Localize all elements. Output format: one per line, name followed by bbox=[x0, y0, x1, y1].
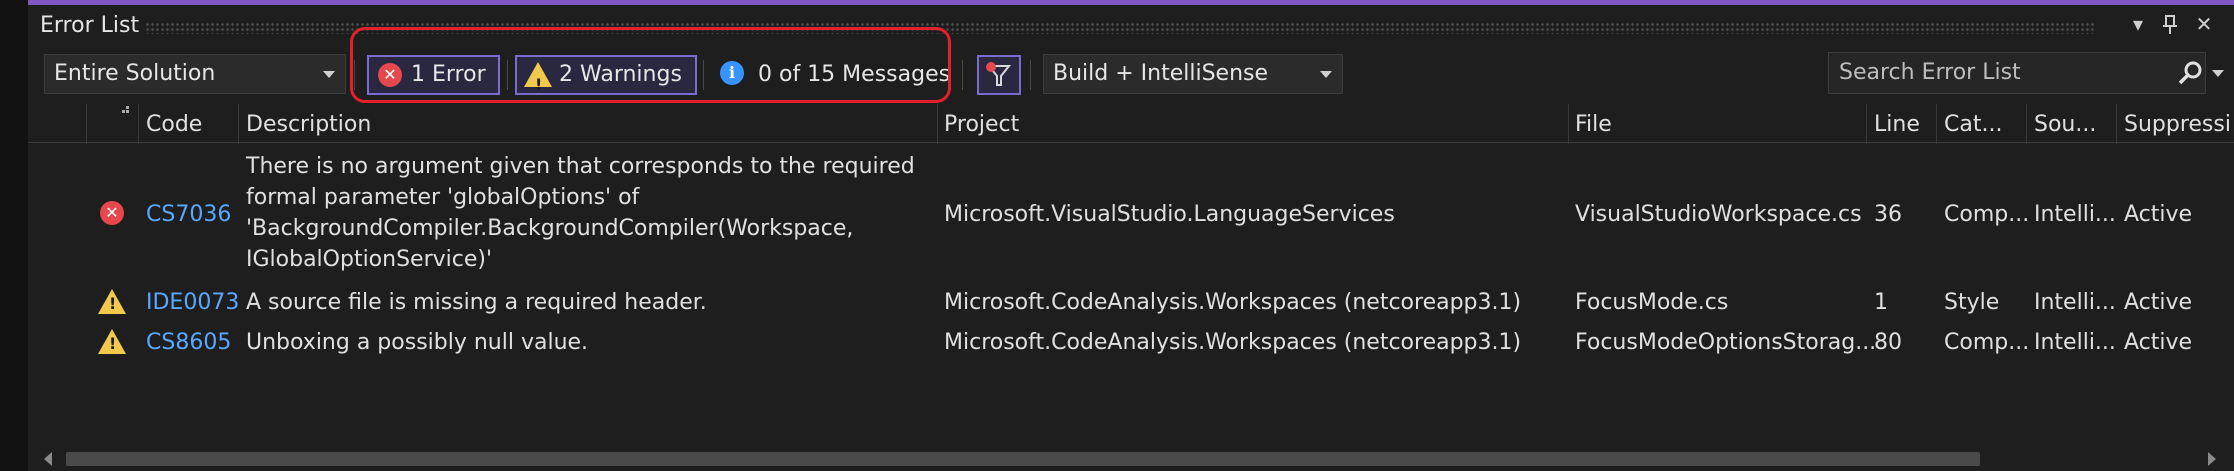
chevron-down-icon[interactable] bbox=[2212, 70, 2224, 77]
close-icon[interactable]: ✕ bbox=[2190, 12, 2218, 36]
chevron-down-icon[interactable]: ▾ bbox=[2124, 12, 2152, 36]
toolbar-separator bbox=[1030, 60, 1031, 90]
description-line: There is no argument given that correspo… bbox=[246, 154, 915, 179]
error-icon: ✕ bbox=[100, 201, 124, 225]
suppression-cell: Active bbox=[2124, 330, 2193, 355]
column-separator[interactable] bbox=[1936, 104, 1937, 144]
warning-code-link[interactable]: IDE0073 bbox=[146, 288, 239, 318]
column-separator[interactable] bbox=[238, 104, 239, 144]
source-cell: Intelli... bbox=[2034, 290, 2116, 315]
suppression-cell: Active bbox=[2124, 202, 2193, 227]
description-cell: Unboxing a possibly null value. bbox=[246, 330, 589, 355]
left-edge-strip bbox=[0, 0, 28, 471]
scroll-left-icon[interactable] bbox=[44, 452, 52, 466]
column-separator[interactable] bbox=[2116, 104, 2117, 144]
category-cell: Comp... bbox=[1944, 330, 2030, 355]
build-filter-dropdown[interactable]: Build + IntelliSense bbox=[1043, 54, 1343, 94]
suppression-cell: Active bbox=[2124, 290, 2193, 315]
description-line: 'BackgroundCompiler.BackgroundCompiler(W… bbox=[246, 216, 854, 241]
column-header-source[interactable]: Sou... bbox=[2034, 108, 2096, 142]
column-separator[interactable] bbox=[138, 104, 139, 144]
filter-highlight-annotation bbox=[350, 27, 951, 103]
search-placeholder: Search Error List bbox=[1839, 60, 2021, 85]
scrollbar-thumb[interactable] bbox=[66, 452, 1980, 466]
column-header-suppression[interactable]: Suppressi bbox=[2124, 108, 2234, 142]
column-separator[interactable] bbox=[86, 104, 87, 144]
column-header-description[interactable]: Description bbox=[246, 108, 371, 142]
column-separator[interactable] bbox=[1866, 104, 1867, 144]
error-code-link[interactable]: CS7036 bbox=[146, 200, 231, 230]
line-cell: 80 bbox=[1874, 330, 1902, 355]
show-filtered-button[interactable] bbox=[977, 55, 1021, 95]
source-cell: Intelli... bbox=[2034, 202, 2116, 227]
file-cell: VisualStudioWorkspace.cs bbox=[1575, 202, 1862, 227]
warning-icon: ! bbox=[98, 329, 126, 354]
header-divider bbox=[28, 142, 2234, 143]
column-header-category[interactable]: Cat... bbox=[1944, 108, 2002, 142]
warning-code-link[interactable]: CS8605 bbox=[146, 328, 231, 358]
warning-icon: ! bbox=[98, 289, 126, 314]
column-separator[interactable] bbox=[2026, 104, 2027, 144]
pin-icon[interactable] bbox=[2156, 12, 2184, 41]
search-input[interactable]: Search Error List bbox=[1828, 52, 2206, 94]
scope-value: Entire Solution bbox=[54, 61, 216, 86]
column-separator[interactable] bbox=[1568, 104, 1569, 144]
scope-dropdown[interactable]: Entire Solution bbox=[44, 54, 346, 94]
column-header-code[interactable]: Code bbox=[146, 108, 202, 142]
scroll-right-icon[interactable] bbox=[2208, 452, 2216, 466]
toolbar-separator bbox=[962, 60, 963, 90]
search-icon[interactable] bbox=[2176, 60, 2204, 88]
category-cell: Comp... bbox=[1944, 202, 2030, 227]
project-cell: Microsoft.VisualStudio.LanguageServices bbox=[944, 202, 1395, 227]
column-separator[interactable] bbox=[937, 104, 938, 144]
chevron-down-icon bbox=[323, 71, 335, 78]
window-title: Error List bbox=[40, 13, 140, 38]
column-header-project[interactable]: Project bbox=[944, 108, 1019, 142]
column-chooser-icon[interactable] bbox=[118, 104, 132, 123]
description-cell: A source file is missing a required head… bbox=[246, 290, 707, 315]
project-cell: Microsoft.CodeAnalysis.Workspaces (netco… bbox=[944, 290, 1522, 315]
file-cell: FocusMode.cs bbox=[1575, 290, 1729, 315]
description-line: formal parameter 'globalOptions' of bbox=[246, 185, 640, 210]
description-line: IGlobalOptionService)' bbox=[246, 247, 493, 272]
source-cell: Intelli... bbox=[2034, 330, 2116, 355]
column-header-line[interactable]: Line bbox=[1874, 108, 1920, 142]
line-cell: 36 bbox=[1874, 202, 1902, 227]
funnel-icon bbox=[986, 62, 1012, 86]
project-cell: Microsoft.CodeAnalysis.Workspaces (netco… bbox=[944, 330, 1522, 355]
chevron-down-icon bbox=[1320, 71, 1332, 78]
category-cell: Style bbox=[1944, 290, 2000, 315]
build-filter-value: Build + IntelliSense bbox=[1053, 61, 1269, 86]
file-cell: FocusModeOptionsStorag... bbox=[1575, 330, 1877, 355]
line-cell: 1 bbox=[1874, 290, 1888, 315]
column-header-file[interactable]: File bbox=[1575, 108, 1612, 142]
